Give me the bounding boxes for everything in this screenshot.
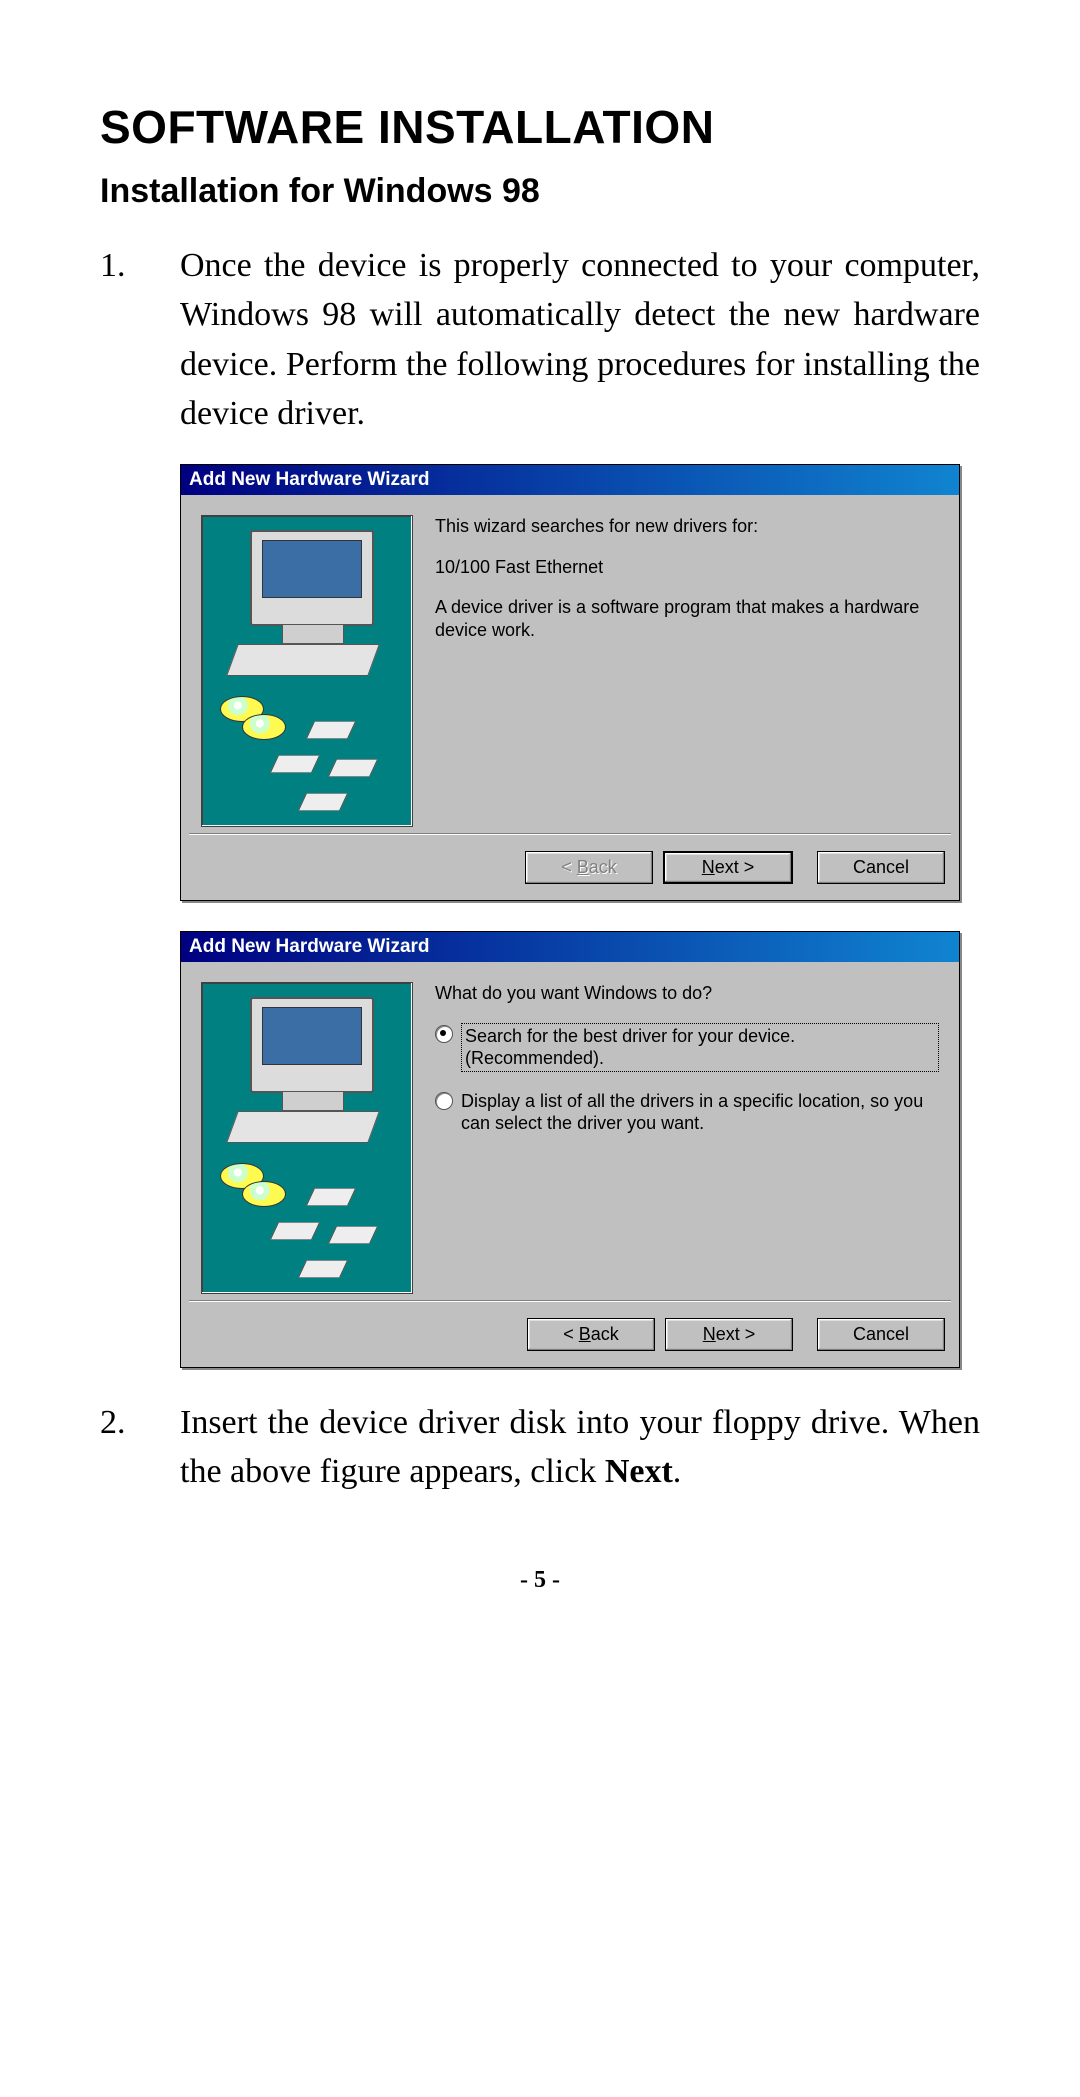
wizard-side-image [201,982,413,1294]
page-number: - 5 - [100,1567,980,1594]
wizard-intro-text: This wizard searches for new drivers for… [435,515,939,538]
cancel-button[interactable]: Cancel [817,851,945,884]
next-button[interactable]: Next > [665,1318,793,1351]
back-button[interactable]: < Back [527,1318,655,1351]
cancel-button[interactable]: Cancel [817,1318,945,1351]
wizard-content: What do you want Windows to do? Search f… [435,982,939,1294]
wizard-titlebar: Add New Hardware Wizard [181,465,959,495]
step-text: Insert the device driver disk into your … [180,1398,980,1497]
step-text: Once the device is properly connected to… [180,241,980,438]
page-subtitle: Installation for Windows 98 [100,172,980,211]
wizard-titlebar: Add New Hardware Wizard [181,932,959,962]
radio-icon [435,1092,453,1110]
page-title: SOFTWARE INSTALLATION [100,100,980,154]
radio-icon [435,1025,453,1043]
wizard-dialog-1: Add New Hardware Wizard This wizard sear… [180,464,960,901]
detected-device-name: 10/100 Fast Ethernet [435,556,939,579]
radio-label: Display a list of all the drivers in a s… [461,1090,939,1135]
next-button[interactable]: Next > [663,851,793,884]
step-number: 2. [100,1398,180,1497]
radio-option-recommended[interactable]: Search for the best driver for your devi… [435,1023,939,1072]
step-number: 1. [100,241,180,438]
step-2: 2. Insert the device driver disk into yo… [100,1398,980,1497]
step-1: 1. Once the device is properly connected… [100,241,980,438]
back-button: < Back [525,851,653,884]
radio-option-list[interactable]: Display a list of all the drivers in a s… [435,1090,939,1135]
radio-label: Search for the best driver for your devi… [461,1023,939,1072]
wizard-question: What do you want Windows to do? [435,982,939,1005]
wizard-side-image [201,515,413,827]
wizard-dialog-2: Add New Hardware Wizard What do you want… [180,931,960,1368]
wizard-content: This wizard searches for new drivers for… [435,515,939,827]
wizard-description: A device driver is a software program th… [435,596,939,641]
